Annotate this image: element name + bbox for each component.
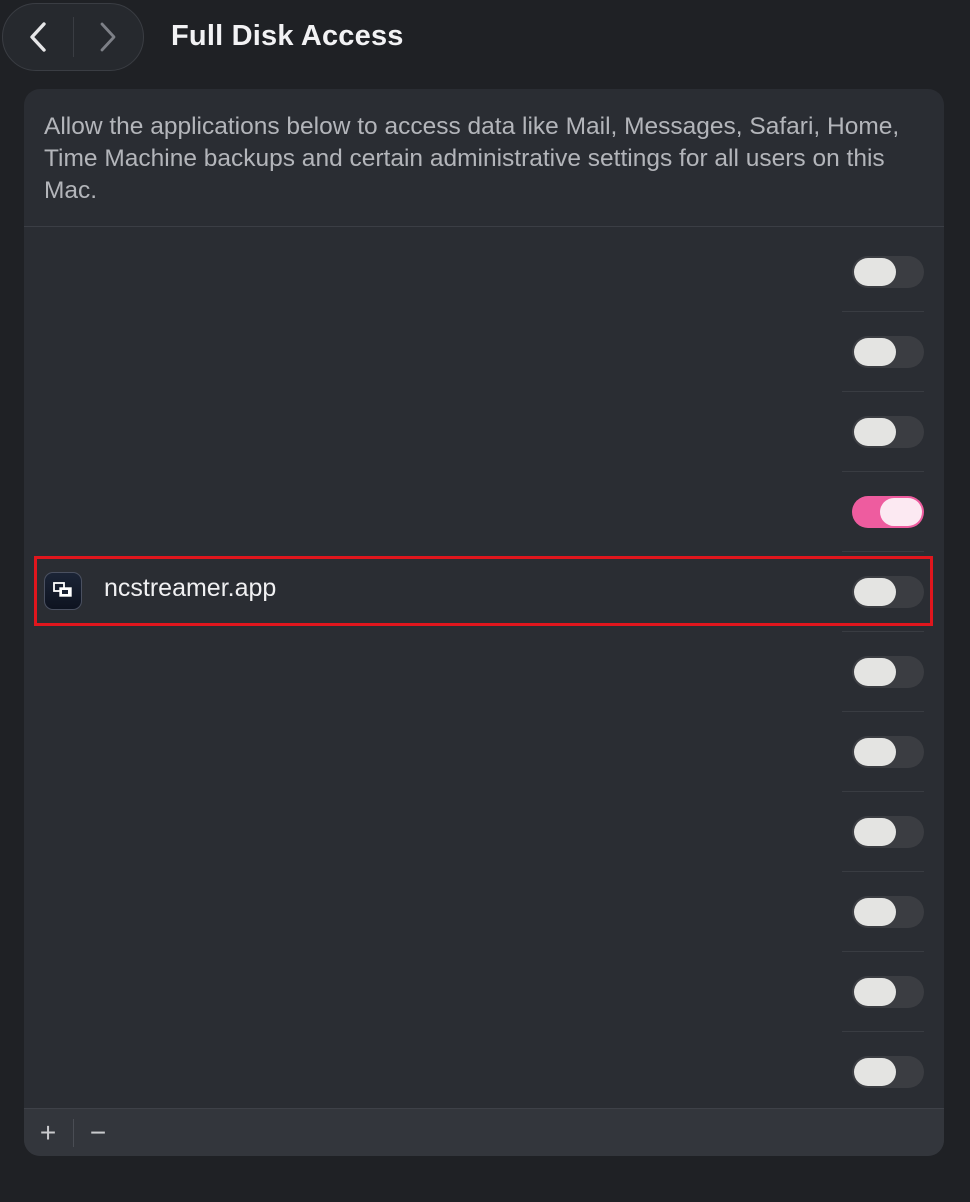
access-toggle[interactable] xyxy=(852,896,924,928)
toggle-knob xyxy=(854,898,896,926)
toggle-knob xyxy=(854,738,896,766)
app-row[interactable]: ncstreamer.app xyxy=(24,552,944,632)
app-row[interactable] xyxy=(24,952,944,1032)
back-button[interactable] xyxy=(3,4,73,70)
access-toggle[interactable] xyxy=(852,256,924,288)
app-row[interactable] xyxy=(24,872,944,952)
app-row[interactable] xyxy=(24,1032,944,1112)
ncstreamer-app-icon xyxy=(44,572,82,610)
access-toggle[interactable] xyxy=(852,496,924,528)
add-app-button[interactable]: + xyxy=(24,1109,72,1156)
toggle-knob xyxy=(854,258,896,286)
app-row[interactable] xyxy=(24,632,944,712)
access-toggle[interactable] xyxy=(852,976,924,1008)
app-row[interactable] xyxy=(24,712,944,792)
access-toggle[interactable] xyxy=(852,576,924,608)
toggle-knob xyxy=(854,978,896,1006)
chevron-right-icon xyxy=(100,22,116,52)
access-toggle[interactable] xyxy=(852,816,924,848)
remove-app-button[interactable]: − xyxy=(74,1109,122,1156)
toggle-knob xyxy=(854,418,896,446)
toggle-knob xyxy=(854,818,896,846)
toggle-knob xyxy=(854,338,896,366)
app-row[interactable] xyxy=(24,312,944,392)
app-row[interactable] xyxy=(24,792,944,872)
access-toggle[interactable] xyxy=(852,336,924,368)
toggle-knob xyxy=(854,1058,896,1086)
app-row[interactable] xyxy=(24,472,944,552)
toggle-knob xyxy=(880,498,922,526)
page-title: Full Disk Access xyxy=(171,20,404,52)
list-footer-toolbar: + − xyxy=(24,1108,944,1156)
app-list: ncstreamer.app xyxy=(24,89,944,1156)
access-toggle[interactable] xyxy=(852,656,924,688)
full-disk-access-panel: Allow the applications below to access d… xyxy=(24,89,944,1156)
access-toggle[interactable] xyxy=(852,416,924,448)
app-name: ncstreamer.app xyxy=(104,574,277,602)
app-row[interactable] xyxy=(24,392,944,472)
chevron-left-icon xyxy=(30,22,46,52)
access-toggle[interactable] xyxy=(852,736,924,768)
navigation-buttons xyxy=(2,3,144,71)
toggle-knob xyxy=(854,578,896,606)
toggle-knob xyxy=(854,658,896,686)
forward-button[interactable] xyxy=(74,4,144,70)
app-row[interactable] xyxy=(24,232,944,312)
access-toggle[interactable] xyxy=(852,1056,924,1088)
